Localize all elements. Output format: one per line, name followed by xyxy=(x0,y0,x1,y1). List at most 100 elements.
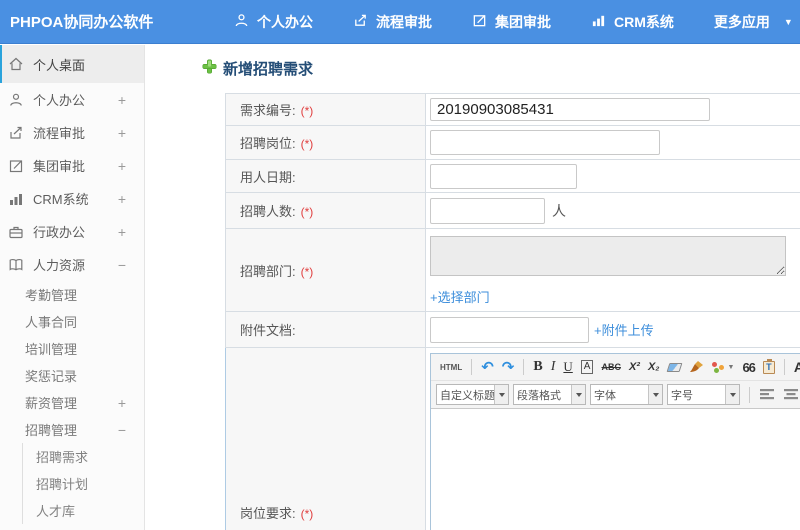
paragraph-format-select[interactable]: 段落格式 xyxy=(513,384,586,405)
form-row-headcount: 招聘人数: (*) 人 xyxy=(225,192,800,229)
sidebar-item-label: 集团审批 xyxy=(33,159,86,174)
nav-group-approval[interactable]: 集团审批 xyxy=(472,12,551,32)
blockquote-button[interactable]: 66 xyxy=(742,360,756,375)
subitem-label: 人事合同 xyxy=(25,315,78,330)
font-color-button[interactable]: A▼ xyxy=(794,359,800,375)
subitem-label: 招聘计划 xyxy=(36,477,89,492)
nav-label: 个人办公 xyxy=(257,13,313,30)
nav-flow-approval[interactable]: 流程审批 xyxy=(353,12,432,32)
undo-icon[interactable]: ↶ xyxy=(481,358,494,376)
top-header: PHPOA协同办公软件 个人办公 流程审批 集团审批 CRM系统 更多应用 ▼ xyxy=(0,0,800,44)
divider xyxy=(749,386,750,403)
subitem-label: 奖惩记录 xyxy=(25,369,78,384)
page-title: 新增招聘需求 xyxy=(202,58,800,79)
font-style-button[interactable]: A xyxy=(580,360,594,374)
expand-sign[interactable]: + xyxy=(118,125,126,141)
underline-button[interactable]: U xyxy=(563,359,572,375)
font-size-select[interactable]: 字号 xyxy=(667,384,740,405)
required-mark: (*) xyxy=(300,507,314,521)
superscript-button[interactable]: X² xyxy=(629,361,640,373)
italic-button[interactable]: I xyxy=(551,359,556,375)
sidebar-subitem-recruit-plan[interactable]: 招聘计划 xyxy=(23,470,144,497)
strikethrough-button[interactable]: ABC xyxy=(601,362,621,372)
collapse-sign[interactable]: − xyxy=(118,257,126,273)
form-row-demand-no: 需求编号: (*) xyxy=(225,93,800,126)
nav-more-apps[interactable]: 更多应用 ▼ xyxy=(714,12,793,32)
editor-content-area[interactable] xyxy=(431,409,800,530)
font-family-select[interactable]: 字体 xyxy=(590,384,663,405)
position-input[interactable] xyxy=(430,130,660,155)
nav-label: 集团审批 xyxy=(495,13,551,30)
book-icon xyxy=(8,257,24,273)
sidebar-subitem-attendance[interactable]: 考勤管理 xyxy=(0,281,144,308)
align-center-icon[interactable] xyxy=(783,388,799,401)
paste-as-text-icon[interactable]: T xyxy=(762,358,775,374)
expand-sign[interactable]: + xyxy=(118,158,126,174)
recruitment-form: 需求编号: (*) 招聘岗位: (*) 用人日期: 招聘人数: (*) 人 招聘部门:… xyxy=(225,93,800,530)
attachment-input[interactable] xyxy=(430,316,589,343)
sidebar-subitem-hr-contract[interactable]: 人事合同 xyxy=(0,308,144,335)
sidebar-item-crm[interactable]: CRM系统 + xyxy=(0,182,144,215)
richtext-editor: HTML ↶ ↷ B I U A ABC X² X₂ ▼ 66 T A 自定义标… xyxy=(430,353,800,530)
sidebar-subitem-salary[interactable]: 薪资管理 + xyxy=(0,389,144,416)
expand-sign[interactable]: + xyxy=(118,92,126,108)
expand-sign[interactable]: + xyxy=(118,395,126,411)
brush-icon[interactable] xyxy=(689,360,704,374)
field-label: 用人日期: xyxy=(240,169,296,185)
sidebar-item-label: 个人办公 xyxy=(33,93,86,108)
chart-icon xyxy=(591,13,614,31)
bold-button[interactable]: B xyxy=(533,359,542,375)
color-palette-icon[interactable]: ▼ xyxy=(711,361,735,373)
nav-label: 更多应用 xyxy=(713,13,770,30)
caret-down-icon[interactable] xyxy=(648,385,662,404)
caret-down-icon[interactable]: ▼ xyxy=(784,17,793,27)
sidebar-item-hr[interactable]: 人力资源 − xyxy=(0,248,144,281)
sidebar-subitem-training[interactable]: 培训管理 xyxy=(0,335,144,362)
sidebar-item-personal-desktop[interactable]: 个人桌面 xyxy=(0,45,144,83)
nav-crm-system[interactable]: CRM系统 xyxy=(591,12,674,32)
caret-down-icon[interactable] xyxy=(494,385,508,404)
sidebar-item-personal-office[interactable]: 个人办公 + xyxy=(0,83,144,116)
eraser-icon[interactable] xyxy=(666,362,682,372)
home-icon xyxy=(8,56,24,72)
expand-sign[interactable]: + xyxy=(118,224,126,240)
sidebar-subitem-recruitment[interactable]: 招聘管理 − xyxy=(0,416,144,443)
collapse-sign[interactable]: − xyxy=(118,422,126,438)
headcount-input[interactable] xyxy=(430,197,545,224)
sidebar-subitem-talent-pool[interactable]: 人才库 xyxy=(23,497,144,524)
attachment-upload-link[interactable]: +附件上传 xyxy=(594,323,654,338)
nav-label: 流程审批 xyxy=(376,13,432,30)
sidebar-item-flow-approval[interactable]: 流程审批 + xyxy=(0,116,144,149)
align-left-icon[interactable] xyxy=(759,388,775,401)
field-label: 需求编号: xyxy=(240,103,296,118)
sidebar-subitem-rewards[interactable]: 奖惩记录 xyxy=(0,362,144,389)
html-source-button[interactable]: HTML xyxy=(440,363,462,372)
field-label: 岗位要求: xyxy=(240,506,296,521)
sidebar-item-group-approval[interactable]: 集团审批 + xyxy=(0,149,144,182)
demand-no-input[interactable] xyxy=(430,98,710,121)
form-row-position: 招聘岗位: (*) xyxy=(225,125,800,160)
subscript-button[interactable]: X₂ xyxy=(648,361,660,373)
sidebar-item-label: 个人桌面 xyxy=(33,57,86,73)
sidebar-subitem-recruit-demand[interactable]: 招聘需求 xyxy=(23,443,144,470)
sidebar-item-admin-office[interactable]: 行政办公 + xyxy=(0,215,144,248)
green-plus-icon xyxy=(202,59,217,79)
subitem-label: 招聘需求 xyxy=(36,450,89,465)
chart-icon xyxy=(8,191,24,207)
sidebar-item-label: 人力资源 xyxy=(33,258,86,273)
select-department-link[interactable]: +选择部门 xyxy=(430,287,800,306)
form-row-department: 招聘部门: (*) +选择部门 xyxy=(225,228,800,312)
caret-down-icon[interactable] xyxy=(571,385,585,404)
caret-down-icon: ▼ xyxy=(727,363,735,371)
nav-personal-office[interactable]: 个人办公 xyxy=(234,12,313,32)
field-label: 招聘岗位: xyxy=(240,136,296,151)
expand-sign[interactable]: + xyxy=(118,191,126,207)
custom-title-select[interactable]: 自定义标题 xyxy=(436,384,509,405)
field-label: 招聘人数: xyxy=(240,204,296,219)
divider xyxy=(471,359,473,375)
hire-date-input[interactable] xyxy=(430,163,577,189)
caret-down-icon[interactable] xyxy=(725,385,739,404)
redo-icon[interactable]: ↷ xyxy=(502,358,515,376)
department-textarea[interactable] xyxy=(430,236,786,276)
form-row-hire-date: 用人日期: xyxy=(225,159,800,193)
